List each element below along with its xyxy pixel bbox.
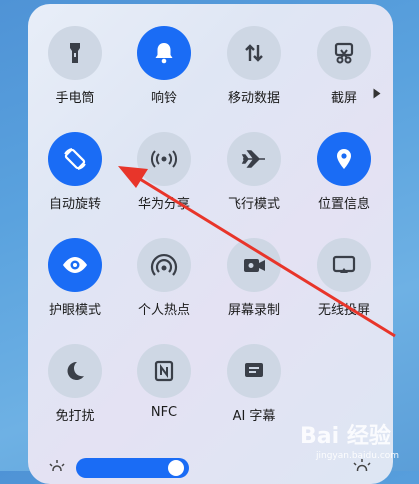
tile-mobile-data[interactable]: 移动数据 <box>214 26 294 106</box>
watermark-brand: Bai 经验 <box>300 424 391 449</box>
tile-label: NFC <box>150 405 178 420</box>
tile-eye-comfort[interactable]: 护眼模式 <box>35 238 115 318</box>
tile-huawei-share[interactable]: 华为分享 <box>124 132 204 212</box>
auto-rotate-icon <box>48 132 102 186</box>
nfc-icon <box>137 344 191 398</box>
tile-label: 飞行模式 <box>227 197 280 212</box>
tile-hotspot[interactable]: 个人热点 <box>124 238 204 318</box>
watermark: Bai 经验 jingyan.baidu.com <box>300 418 416 470</box>
tile-label: 自动旋转 <box>48 197 101 212</box>
tile-nfc[interactable]: NFC <box>124 344 204 420</box>
screenshot-icon <box>317 26 371 80</box>
sun-low-icon <box>49 460 65 471</box>
mobile-data-icon <box>227 26 281 80</box>
tile-label: 位置信息 <box>317 197 370 212</box>
tile-do-not-disturb[interactable]: 免打扰 <box>35 344 115 424</box>
huawei-share-icon <box>137 132 191 186</box>
tile-label: 移动数据 <box>227 91 280 106</box>
tile-label: 无线投屏 <box>317 303 370 318</box>
tile-screen-record[interactable]: 屏幕录制 <box>214 238 294 318</box>
hotspot-icon <box>137 238 191 292</box>
moon-icon <box>48 344 102 398</box>
tile-label: 截屏 <box>330 91 357 106</box>
tile-screenshot[interactable]: 截屏 <box>304 26 384 106</box>
airplane-icon <box>227 132 281 186</box>
flashlight-icon <box>48 26 102 80</box>
tile-label: 个人热点 <box>137 303 190 318</box>
tile-label: 手电筒 <box>55 91 95 106</box>
subtitle-icon <box>227 344 281 398</box>
screen-record-icon <box>227 238 281 292</box>
tile-label: 护眼模式 <box>48 303 101 318</box>
tile-airplane[interactable]: 飞行模式 <box>214 132 294 212</box>
tile-ring[interactable]: 响铃 <box>124 26 204 106</box>
tile-label: 屏幕录制 <box>227 303 280 318</box>
location-icon <box>317 132 371 186</box>
tile-label: 华为分享 <box>137 197 190 212</box>
bell-icon <box>137 26 191 80</box>
eye-icon <box>48 238 102 292</box>
tile-label: AI 字幕 <box>232 409 276 424</box>
expand-arrow-icon[interactable] <box>373 88 381 99</box>
tile-label: 响铃 <box>150 91 177 106</box>
tile-wireless-projection[interactable]: 无线投屏 <box>304 238 384 318</box>
tile-auto-rotate[interactable]: 自动旋转 <box>35 132 115 212</box>
wireless-projection-icon <box>317 238 371 292</box>
tile-ai-subtitle[interactable]: AI 字幕 <box>214 344 294 424</box>
tile-location[interactable]: 位置信息 <box>304 132 384 212</box>
tile-flashlight[interactable]: 手电筒 <box>35 26 115 106</box>
brightness-slider-thumb[interactable] <box>168 460 184 476</box>
tile-label: 免打扰 <box>55 409 95 424</box>
watermark-url: jingyan.baidu.com <box>316 451 400 461</box>
